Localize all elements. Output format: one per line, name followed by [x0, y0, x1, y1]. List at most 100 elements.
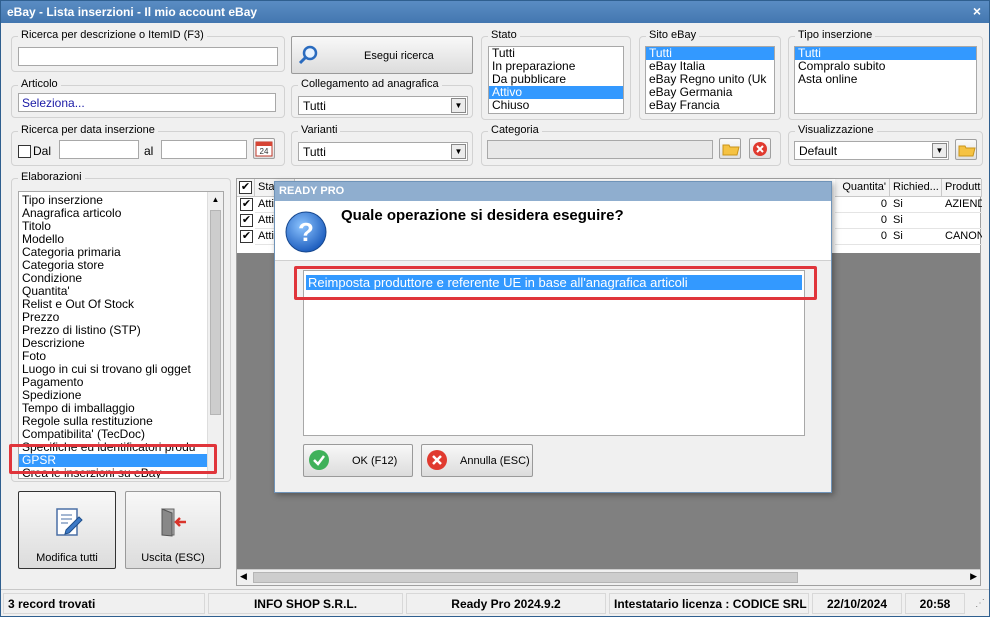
- header-checkbox[interactable]: ✔: [239, 181, 252, 194]
- status-company: INFO SHOP S.R.L.: [208, 593, 403, 614]
- tipo-list[interactable]: Tutti Compralo subito Asta online: [794, 46, 977, 114]
- uscita-label: Uscita (ESC): [141, 552, 205, 564]
- search-description-label: Ricerca per descrizione o ItemID (F3): [18, 29, 207, 41]
- dialog-question: Quale operazione si desidera eseguire?: [341, 207, 624, 224]
- calendar-day: 24: [260, 147, 269, 156]
- search-button-label: Esegui ricerca: [364, 50, 434, 62]
- articolo-input[interactable]: Seleziona...: [18, 93, 276, 112]
- sito-list[interactable]: Tutti eBay Italia eBay Regno unito (Uk e…: [645, 46, 775, 114]
- option-highlight: [294, 266, 817, 300]
- elaborazione-item[interactable]: Descrizione: [19, 337, 207, 350]
- al-label: al: [144, 144, 154, 158]
- scroll-thumb[interactable]: [210, 210, 221, 415]
- collegamento-group: Collegamento ad anagrafica Tutti ▼: [291, 78, 473, 118]
- status-time: 20:58: [905, 593, 965, 614]
- scroll-right-icon[interactable]: ▶: [970, 571, 977, 582]
- elaborazioni-group: Elaborazioni Tipo inserzione Anagrafica a…: [11, 171, 231, 482]
- scroll-left-icon[interactable]: ◀: [240, 571, 247, 582]
- cell-produttore: CANON: [942, 229, 982, 245]
- chevron-down-icon[interactable]: ▼: [451, 98, 466, 113]
- grid-header-produttore[interactable]: Produtto: [942, 179, 982, 197]
- elaborazioni-list[interactable]: Tipo inserzione Anagrafica articolo Titolo…: [18, 191, 224, 479]
- collegamento-value: Tutti: [303, 99, 326, 113]
- tipo-group: Tipo inserzione Tutti Compralo subito As…: [788, 29, 983, 120]
- resize-grip-icon[interactable]: ⋰: [975, 598, 985, 609]
- cell-quantita: 0: [835, 213, 890, 229]
- operation-dialog: READY PRO ? Quale operazione si desidera…: [274, 181, 832, 493]
- scroll-up-icon[interactable]: ▲: [208, 192, 223, 208]
- visualizzazione-open-button[interactable]: [955, 139, 977, 160]
- varianti-select[interactable]: Tutti ▼: [298, 142, 468, 161]
- magnifier-icon: [298, 45, 318, 65]
- uscita-button[interactable]: Uscita (ESC): [125, 491, 221, 569]
- grid-header-check[interactable]: ✔: [237, 179, 255, 197]
- sito-group: Sito eBay Tutti eBay Italia eBay Regno u…: [639, 29, 781, 120]
- row-checkbox[interactable]: ✔: [240, 198, 253, 211]
- collegamento-select[interactable]: Tutti ▼: [298, 96, 468, 115]
- window-title: eBay - Lista inserzioni - Il mio account…: [7, 5, 258, 19]
- articolo-label: Articolo: [18, 78, 61, 90]
- sito-label: Sito eBay: [646, 29, 700, 41]
- visualizzazione-value: Default: [799, 144, 838, 158]
- chevron-down-icon[interactable]: ▼: [451, 144, 466, 159]
- articolo-group: Articolo Seleziona...: [11, 78, 285, 118]
- dialog-title: READY PRO: [275, 182, 831, 201]
- varianti-value: Tutti: [303, 145, 326, 159]
- categoria-group: Categoria: [481, 124, 781, 166]
- clear-icon: [753, 142, 767, 156]
- data-group: Ricerca per data inserzione Dal al 24: [11, 124, 285, 166]
- check-icon: [309, 450, 329, 470]
- dal-input[interactable]: [59, 140, 139, 159]
- ok-label: OK (F12): [352, 455, 398, 467]
- grid-header-richiesto[interactable]: Richied...: [890, 179, 942, 197]
- dialog-header: ? Quale operazione si desidera eseguire?: [275, 201, 831, 261]
- data-label: Ricerca per data inserzione: [18, 124, 158, 136]
- cancel-button[interactable]: Annulla (ESC): [421, 444, 533, 477]
- scrollbar[interactable]: ▲: [207, 192, 223, 478]
- cell-produttore: [942, 213, 982, 229]
- elaborazioni-label: Elaborazioni: [18, 171, 85, 183]
- calendar-icon: 24: [255, 141, 273, 157]
- status-bar: 3 record trovati INFO SHOP S.R.L. Ready …: [1, 589, 989, 616]
- visualizzazione-label: Visualizzazione: [795, 124, 877, 136]
- edit-icon: [56, 508, 83, 536]
- row-checkbox[interactable]: ✔: [240, 230, 253, 243]
- folder-icon: [958, 145, 976, 157]
- question-mark: ?: [298, 217, 314, 247]
- visualizzazione-select[interactable]: Default ▼: [794, 141, 949, 160]
- horizontal-scrollbar[interactable]: ◀ ▶: [237, 569, 980, 585]
- ok-button[interactable]: OK (F12): [303, 444, 413, 477]
- cancel-icon: [427, 450, 447, 470]
- categoria-open-button[interactable]: [719, 138, 741, 159]
- tipo-item[interactable]: Asta online: [795, 73, 976, 86]
- visualizzazione-group: Visualizzazione Default ▼: [788, 124, 983, 166]
- calendar-button[interactable]: 24: [253, 138, 275, 159]
- row-checkbox[interactable]: ✔: [240, 214, 253, 227]
- collegamento-label: Collegamento ad anagrafica: [298, 78, 442, 90]
- dal-label: Dal: [33, 144, 52, 158]
- categoria-clear-button[interactable]: [749, 138, 771, 159]
- search-button[interactable]: Esegui ricerca: [291, 36, 473, 74]
- tipo-label: Tipo inserzione: [795, 29, 876, 41]
- al-input[interactable]: [161, 140, 247, 159]
- sito-item[interactable]: eBay Francia: [646, 99, 774, 112]
- cell-richiesto: Si: [890, 213, 942, 229]
- cell-richiesto: Si: [890, 229, 942, 245]
- modifica-tutti-button[interactable]: Modifica tutti: [18, 491, 116, 569]
- status-version: Ready Pro 2024.9.2: [406, 593, 606, 614]
- grid-header-quantita[interactable]: Quantita': [835, 179, 890, 197]
- scroll-thumb[interactable]: [253, 572, 798, 583]
- cancel-label: Annulla (ESC): [460, 455, 530, 467]
- search-description-group: Ricerca per descrizione o ItemID (F3): [11, 29, 285, 72]
- close-icon[interactable]: ×: [973, 3, 981, 19]
- chevron-down-icon[interactable]: ▼: [932, 143, 947, 158]
- cell-richiesto: Si: [890, 197, 942, 213]
- search-description-input[interactable]: [18, 47, 278, 66]
- stato-item[interactable]: Chiuso: [489, 99, 623, 112]
- categoria-input[interactable]: [487, 140, 713, 159]
- folder-icon: [722, 144, 740, 156]
- stato-list[interactable]: Tutti In preparazione Da pubblicare Atti…: [488, 46, 624, 114]
- dal-checkbox[interactable]: [18, 145, 31, 158]
- modifica-tutti-label: Modifica tutti: [36, 552, 98, 564]
- status-license: Intestatario licenza : CODICE SRL: [609, 593, 809, 614]
